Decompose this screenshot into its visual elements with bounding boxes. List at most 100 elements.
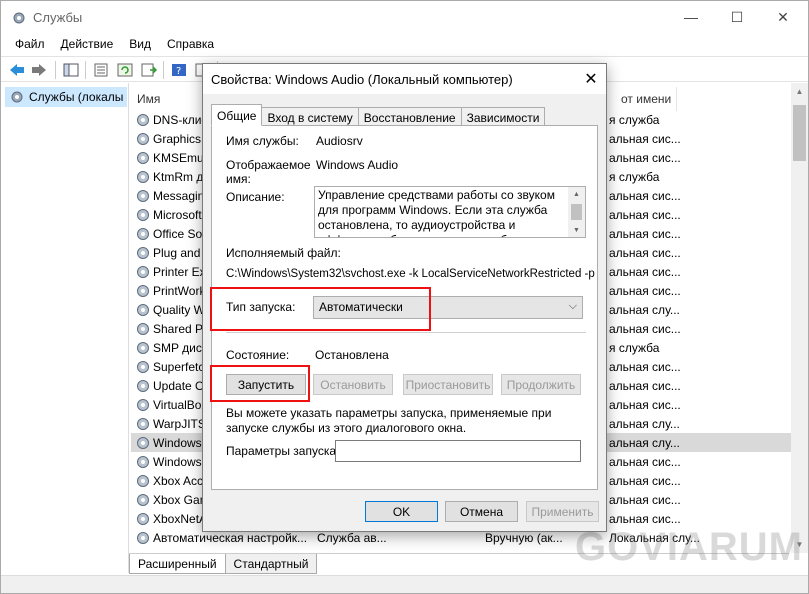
- tab-recovery[interactable]: Восстановление: [357, 107, 462, 126]
- service-gear-icon: [137, 323, 149, 335]
- service-gear-icon: [137, 361, 149, 373]
- exe-label: Исполняемый файл:: [226, 246, 341, 260]
- status-label: Состояние:: [226, 348, 290, 362]
- minimize-button[interactable]: —: [668, 1, 714, 33]
- menu-help[interactable]: Справка: [159, 37, 222, 51]
- menu-file[interactable]: Файл: [7, 37, 53, 51]
- menu-view[interactable]: Вид: [121, 37, 159, 51]
- highlight-start-button: [210, 365, 310, 402]
- row-logon: альная сис...: [609, 473, 681, 488]
- ok-button[interactable]: OK: [365, 501, 438, 522]
- status-value: Остановлена: [315, 348, 389, 362]
- back-arrow-icon[interactable]: [7, 60, 27, 80]
- column-header-logon[interactable]: от имени: [621, 87, 671, 111]
- params-input[interactable]: [335, 440, 581, 462]
- row-logon: альная сис...: [609, 321, 681, 336]
- service-gear-icon: [137, 304, 149, 316]
- tab-standard[interactable]: Стандартный: [224, 554, 318, 574]
- resume-button[interactable]: Продолжить: [501, 374, 581, 395]
- service-gear-icon: [137, 285, 149, 297]
- tree-item-services[interactable]: Службы (локалы: [5, 87, 127, 107]
- close-window-button[interactable]: ✕: [760, 1, 806, 33]
- row-name: Автоматическая настройк...: [153, 530, 308, 545]
- row-logon: альная слу...: [609, 416, 680, 431]
- service-gear-icon: [137, 133, 149, 145]
- display-name-value: Windows Audio: [316, 158, 399, 172]
- apply-button[interactable]: Применить: [526, 501, 599, 522]
- refresh-icon[interactable]: [115, 60, 135, 80]
- column-header-name[interactable]: Имя: [137, 87, 160, 111]
- description-box[interactable]: Управление средствами работы со звуком д…: [314, 186, 586, 238]
- pause-button[interactable]: Приостановить: [403, 374, 493, 395]
- help-icon[interactable]: ?: [169, 60, 189, 80]
- row-logon: альная сис...: [609, 454, 681, 469]
- scroll-thumb[interactable]: [793, 105, 806, 161]
- service-gear-icon: [137, 475, 149, 487]
- tab-general[interactable]: Общие: [211, 104, 263, 126]
- row-logon: альная слу...: [609, 302, 680, 317]
- service-gear-icon: [137, 456, 149, 468]
- dialog-tabs: Общие Вход в систему Восстановление Зави…: [211, 104, 546, 126]
- chevron-down-icon: ⌵: [568, 300, 577, 312]
- forward-arrow-icon[interactable]: [29, 60, 49, 80]
- row-logon: альная сис...: [609, 226, 681, 241]
- services-gear-icon: [11, 91, 23, 103]
- export-list-icon[interactable]: [139, 60, 159, 80]
- params-label: Параметры запуска:: [226, 444, 340, 458]
- row-logon: альная сис...: [609, 283, 681, 298]
- scroll-up-icon[interactable]: ▲: [568, 187, 585, 201]
- row-logon: альная слу...: [609, 435, 680, 450]
- tab-logon[interactable]: Вход в систему: [261, 107, 359, 126]
- menu-bar: Файл Действие Вид Справка: [1, 33, 808, 55]
- row-logon: я служба: [609, 340, 660, 355]
- row-logon: альная сис...: [609, 188, 681, 203]
- service-gear-icon: [137, 247, 149, 259]
- description-scrollbar[interactable]: ▲ ▼: [568, 187, 585, 237]
- menu-action[interactable]: Действие: [53, 37, 122, 51]
- tab-dependencies[interactable]: Зависимости: [460, 107, 546, 126]
- service-name-value: Audiosrv: [316, 134, 363, 148]
- window-title: Службы: [33, 10, 83, 25]
- scroll-down-icon[interactable]: ▼: [568, 223, 585, 237]
- description-text: Управление средствами работы со звуком д…: [318, 188, 555, 237]
- properties-list-icon[interactable]: [91, 60, 111, 80]
- scroll-thumb[interactable]: [571, 204, 582, 220]
- divider: [226, 332, 586, 333]
- dialog-close-icon[interactable]: ✕: [576, 64, 606, 94]
- title-bar[interactable]: Службы — ☐ ✕: [1, 1, 808, 33]
- dialog-title-bar[interactable]: Свойства: Windows Audio (Локальный компь…: [203, 64, 606, 94]
- row-logon: я служба: [609, 169, 660, 184]
- cancel-button[interactable]: Отмена: [445, 501, 518, 522]
- service-gear-icon: [137, 437, 149, 449]
- maximize-button[interactable]: ☐: [714, 1, 760, 33]
- scroll-up-icon[interactable]: ▲: [791, 83, 808, 100]
- row-logon: альная сис...: [609, 131, 681, 146]
- service-gear-icon: [137, 532, 149, 544]
- service-gear-icon: [137, 114, 149, 126]
- row-logon: альная сис...: [609, 245, 681, 260]
- description-label: Описание:: [226, 190, 285, 204]
- dialog-title: Свойства: Windows Audio (Локальный компь…: [211, 72, 513, 87]
- console-tree: Службы (локалы: [1, 83, 129, 573]
- row-logon: альная сис...: [609, 150, 681, 165]
- service-gear-icon: [137, 190, 149, 202]
- row-startup: Вручную (ак...: [485, 530, 563, 545]
- service-gear-icon: [137, 380, 149, 392]
- service-gear-icon: [137, 152, 149, 164]
- row-logon: я служба: [609, 112, 660, 127]
- service-name-label: Имя службы:: [226, 134, 299, 148]
- console-tree-icon[interactable]: [61, 60, 81, 80]
- tree-item-label: Службы (локалы: [29, 90, 124, 104]
- service-gear-icon: [137, 399, 149, 411]
- services-gear-icon: [13, 12, 25, 24]
- svg-text:?: ?: [176, 66, 181, 77]
- row-logon: альная сис...: [609, 378, 681, 393]
- service-gear-icon: [137, 494, 149, 506]
- exe-path: C:\Windows\System32\svchost.exe -k Local…: [226, 268, 595, 280]
- list-scrollbar[interactable]: ▲ ▼: [791, 83, 808, 553]
- service-gear-icon: [137, 513, 149, 525]
- tab-extended[interactable]: Расширенный: [129, 554, 226, 574]
- stop-button[interactable]: Остановить: [313, 374, 393, 395]
- service-gear-icon: [137, 228, 149, 240]
- hint-text: Вы можете указать параметры запуска, при…: [226, 406, 552, 435]
